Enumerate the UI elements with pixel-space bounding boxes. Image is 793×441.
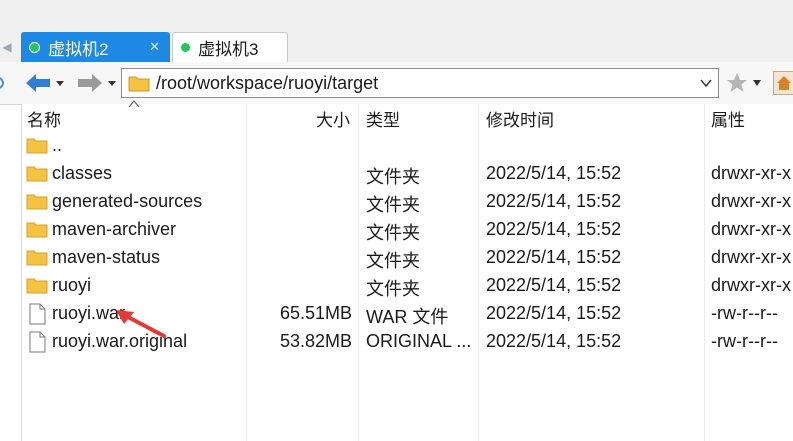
file-name: maven-status xyxy=(52,247,161,267)
file-type: WAR 文件 xyxy=(366,307,449,327)
home-icon[interactable] xyxy=(773,71,793,95)
file-modified: 2022/5/14, 15:52 xyxy=(486,247,622,267)
file-modified: 2022/5/14, 15:52 xyxy=(486,331,622,351)
folder-icon xyxy=(26,222,48,238)
bookmark-dropdown-icon[interactable] xyxy=(752,79,762,87)
file-name: maven-archiver xyxy=(52,219,177,239)
file-modified: 2022/5/14, 15:52 xyxy=(486,275,622,295)
back-history-dropdown-icon[interactable] xyxy=(54,70,66,96)
connected-status-icon xyxy=(29,41,40,53)
column-header-size[interactable]: 大小 xyxy=(316,106,350,131)
file-size: 53.82MB xyxy=(279,331,352,351)
file-attributes: drwxr-xr-x xyxy=(711,163,791,183)
forward-arrow-icon[interactable] xyxy=(76,70,104,96)
file-size: 65.51MB xyxy=(279,303,352,323)
back-arrow-icon[interactable] xyxy=(24,70,52,96)
path-toolbar: /root/workspace/ruoyi/target xyxy=(0,62,793,105)
file-attributes: drwxr-xr-x xyxy=(711,275,791,295)
folder-icon xyxy=(26,166,48,182)
connected-status-icon xyxy=(181,43,190,52)
file-attributes: -rw-r--r-- xyxy=(711,331,778,351)
list-item[interactable]: maven-status 文件夹 2022/5/14, 15:52 drwxr-… xyxy=(22,244,793,272)
file-type: 文件夹 xyxy=(366,279,420,299)
file-type: ORIGINAL ... xyxy=(366,331,472,351)
session-tab-bar: ◀ 虚拟机2 ✕ 虚拟机3 xyxy=(0,0,793,63)
list-item[interactable]: ruoyi 文件夹 2022/5/14, 15:52 drwxr-xr-x xyxy=(22,272,793,300)
list-item[interactable]: classes 文件夹 2022/5/14, 15:52 drwxr-xr-x xyxy=(22,160,793,188)
tab-label: 虚拟机2 xyxy=(48,39,109,59)
file-modified: 2022/5/14, 15:52 xyxy=(486,191,622,211)
file-attributes: drwxr-xr-x xyxy=(711,219,791,239)
tab-vm2[interactable]: 虚拟机2 ✕ xyxy=(21,32,170,62)
close-icon[interactable]: ✕ xyxy=(149,39,160,55)
folder-icon xyxy=(128,76,150,92)
list-item[interactable]: generated-sources 文件夹 2022/5/14, 15:52 d… xyxy=(22,188,793,216)
column-header-modified[interactable]: 修改时间 xyxy=(486,106,554,131)
bookmark-star-icon[interactable] xyxy=(726,72,748,94)
column-header-name[interactable]: 名称 xyxy=(27,106,61,131)
file-type: 文件夹 xyxy=(366,167,420,187)
address-path: /root/workspace/ruoyi/target xyxy=(156,72,379,93)
file-name: .. xyxy=(52,135,63,155)
file-name: generated-sources xyxy=(52,191,203,211)
column-header-type[interactable]: 类型 xyxy=(366,106,400,131)
annotation-arrow-icon xyxy=(116,310,166,338)
file-type: 文件夹 xyxy=(366,195,420,215)
file-icon xyxy=(29,303,46,325)
column-header-attributes[interactable]: 属性 xyxy=(711,106,745,131)
file-type: 文件夹 xyxy=(366,223,420,243)
file-attributes: drwxr-xr-x xyxy=(711,191,791,211)
folder-icon xyxy=(26,194,48,210)
file-attributes: drwxr-xr-x xyxy=(711,247,791,267)
tab-vm3[interactable]: 虚拟机3 xyxy=(172,32,288,62)
chevron-down-icon[interactable] xyxy=(700,77,712,89)
folder-icon xyxy=(26,250,48,266)
file-attributes: -rw-r--r-- xyxy=(711,303,778,323)
file-modified: 2022/5/14, 15:52 xyxy=(486,303,622,323)
file-modified: 2022/5/14, 15:52 xyxy=(486,219,622,239)
list-item[interactable]: maven-archiver 文件夹 2022/5/14, 15:52 drwx… xyxy=(22,216,793,244)
refresh-icon[interactable] xyxy=(0,74,6,92)
folder-icon xyxy=(26,278,48,294)
file-type: 文件夹 xyxy=(366,251,420,271)
file-name: classes xyxy=(52,163,113,183)
tab-scroll-left-icon[interactable]: ◀ xyxy=(0,34,14,60)
file-list[interactable]: 名称 大小 类型 修改时间 属性 .. classes 文件夹 2022/5/1… xyxy=(21,100,793,441)
list-item[interactable]: .. xyxy=(22,132,793,160)
address-bar[interactable]: /root/workspace/ruoyi/target xyxy=(121,68,719,98)
file-name: ruoyi xyxy=(52,275,92,295)
list-header: 名称 大小 类型 修改时间 属性 xyxy=(22,100,793,132)
forward-history-dropdown-icon[interactable] xyxy=(106,70,118,96)
sort-ascending-icon xyxy=(128,100,140,108)
file-icon xyxy=(29,331,46,353)
folder-icon xyxy=(26,138,48,154)
file-modified: 2022/5/14, 15:52 xyxy=(486,163,622,183)
tab-label: 虚拟机3 xyxy=(198,40,259,59)
